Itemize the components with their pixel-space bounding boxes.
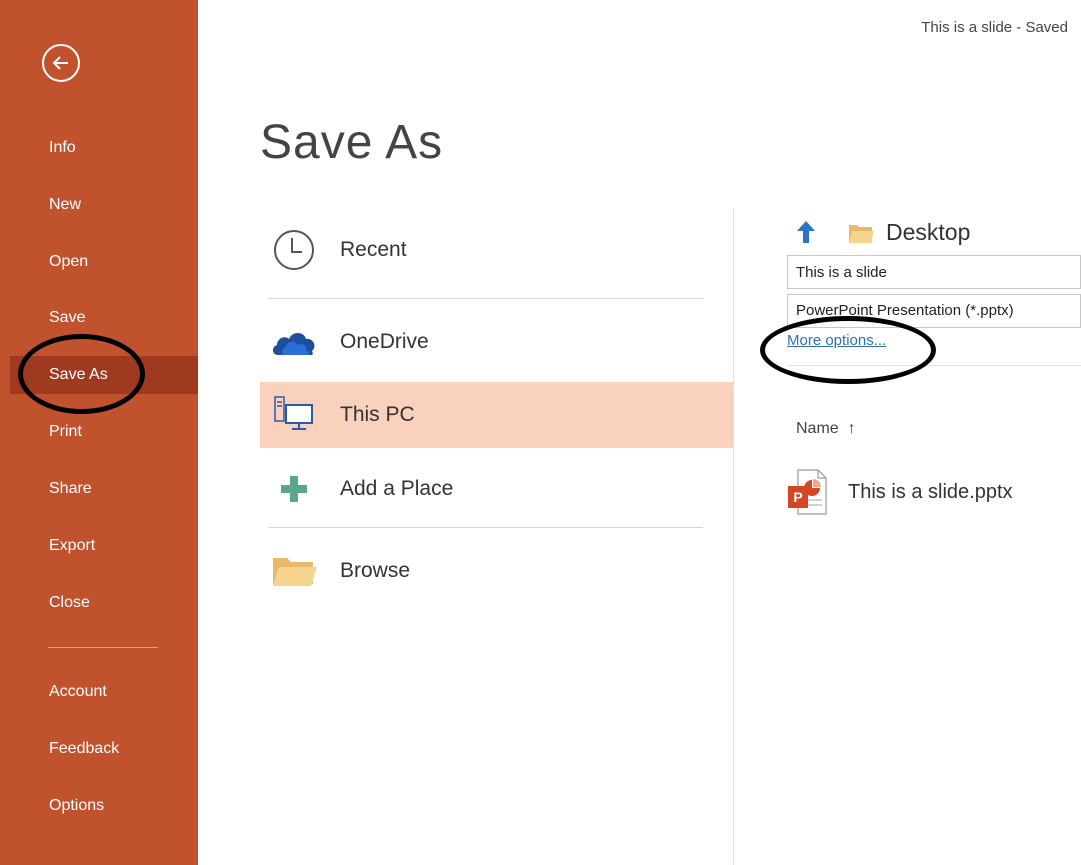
sort-arrow-icon: ↑	[847, 420, 856, 437]
name-column-header[interactable]: Name ↑	[796, 420, 856, 438]
backstage-nav: Info New Open Save Save As Print Share E…	[0, 0, 198, 865]
nav-save[interactable]: Save	[10, 299, 198, 337]
place-label: This PC	[340, 403, 415, 426]
column-label: Name	[796, 420, 839, 437]
current-location[interactable]: Desktop	[886, 219, 970, 246]
nav-print[interactable]: Print	[10, 413, 198, 451]
up-folder-arrow-icon[interactable]	[796, 219, 816, 245]
onedrive-cloud-icon	[268, 320, 320, 364]
place-label: Recent	[340, 238, 407, 261]
column-divider	[733, 208, 734, 865]
clock-icon	[268, 228, 320, 272]
page-title: Save As	[260, 116, 444, 169]
pane-separator	[787, 365, 1081, 366]
plus-icon	[268, 467, 320, 511]
place-divider	[268, 298, 703, 299]
place-this-pc[interactable]: This PC	[260, 382, 733, 448]
nav-divider	[48, 647, 158, 648]
nav-export[interactable]: Export	[10, 527, 198, 565]
more-options-link[interactable]: More options...	[787, 332, 886, 349]
place-recent[interactable]: Recent	[260, 217, 733, 283]
top-strip	[198, 0, 1081, 6]
save-as-panel: This is a slide - Saved Save As Recent O…	[198, 0, 1081, 865]
place-label: Browse	[340, 559, 411, 582]
svg-text:P: P	[793, 489, 802, 505]
place-browse[interactable]: Browse	[260, 538, 733, 604]
place-add-a-place[interactable]: Add a Place	[260, 456, 733, 522]
document-status: This is a slide - Saved	[921, 19, 1068, 36]
back-arrow-icon	[52, 56, 68, 70]
nav-save-as[interactable]: Save As	[10, 356, 198, 394]
place-label: OneDrive	[340, 330, 429, 353]
file-list-item[interactable]: P This is a slide.pptx	[786, 466, 1081, 518]
powerpoint-file-icon: P	[786, 468, 830, 516]
location-folder-icon	[849, 225, 874, 243]
nav-close[interactable]: Close	[10, 584, 198, 622]
back-button[interactable]	[42, 44, 80, 82]
nav-new[interactable]: New	[10, 186, 198, 224]
file-name: This is a slide.pptx	[848, 480, 1013, 503]
nav-feedback[interactable]: Feedback	[10, 730, 198, 768]
nav-account[interactable]: Account	[10, 673, 198, 711]
computer-icon	[268, 393, 320, 437]
place-label: Add a Place	[340, 477, 454, 500]
nav-options[interactable]: Options	[10, 787, 198, 825]
place-divider	[268, 527, 703, 528]
nav-info[interactable]: Info	[10, 129, 198, 167]
nav-share[interactable]: Share	[10, 470, 198, 508]
folder-icon	[268, 549, 320, 593]
filename-input[interactable]	[787, 255, 1081, 289]
file-type-dropdown[interactable]: PowerPoint Presentation (*.pptx)	[787, 294, 1081, 328]
nav-open[interactable]: Open	[10, 243, 198, 281]
place-onedrive[interactable]: OneDrive	[260, 309, 733, 375]
